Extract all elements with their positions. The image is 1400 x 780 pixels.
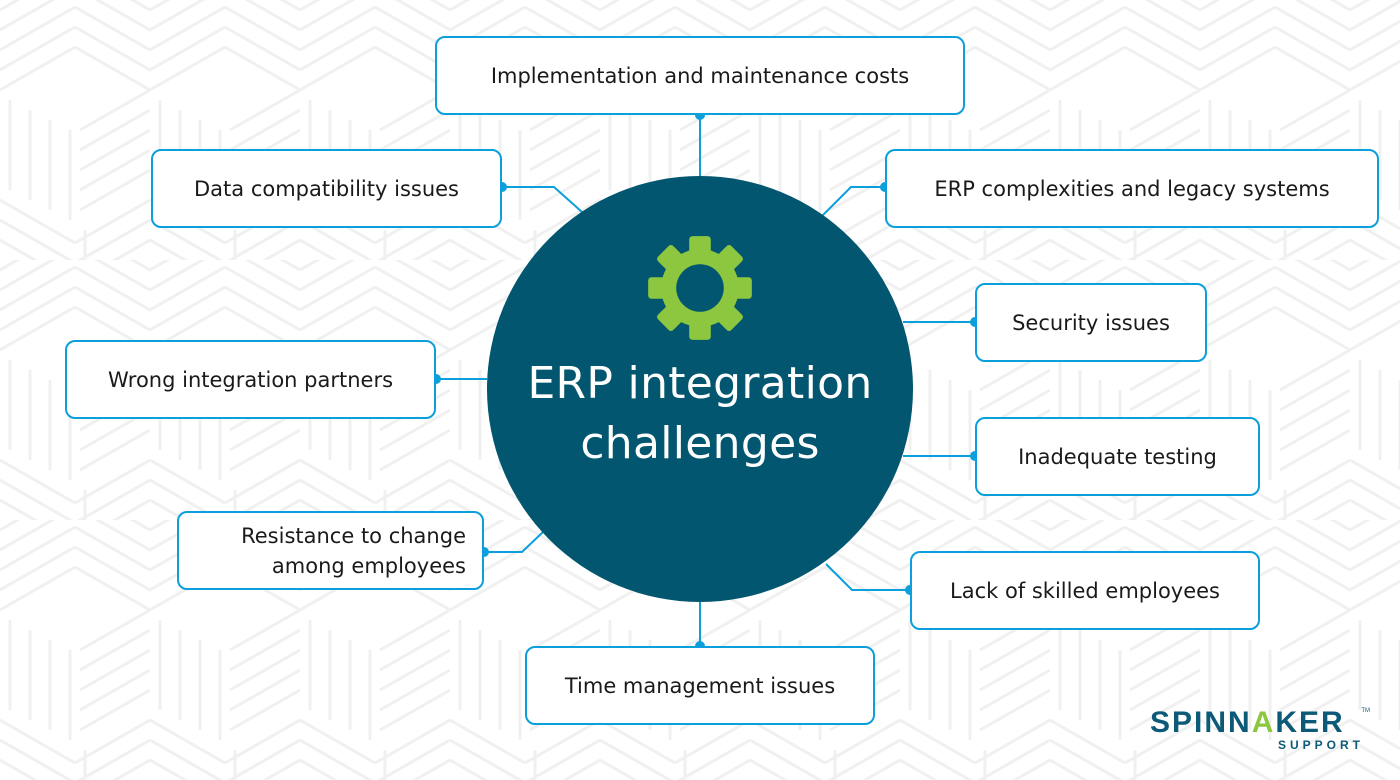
node-resistance-to-change: Resistance to change among employees: [177, 511, 484, 590]
hub-title-line-2: challenges: [580, 418, 820, 469]
connector-erp-complexities: [821, 186, 885, 217]
node-erp-complexities: ERP complexities and legacy systems: [885, 149, 1379, 228]
connector-lack-of-skills: [825, 563, 910, 591]
node-inadequate-testing: Inadequate testing: [975, 417, 1260, 496]
node-label-line-2: among employees: [271, 553, 466, 578]
node-time-management: Time management issues: [525, 646, 875, 725]
node-label: Implementation and maintenance costs: [490, 63, 910, 88]
logo-accent-letter: A: [1251, 706, 1276, 739]
node-wrong-partners: Wrong integration partners: [65, 340, 436, 419]
node-label: Data compatibility issues: [194, 176, 459, 201]
connector-data-compatibility: [502, 186, 583, 213]
node-label: Lack of skilled employees: [950, 578, 1220, 603]
logo-wordmark: SPINNAKER: [1150, 706, 1345, 739]
node-lack-of-skills: Lack of skilled employees: [910, 551, 1260, 630]
node-label-line-1: Resistance to change: [241, 523, 466, 548]
node-label: Security issues: [1012, 310, 1170, 335]
node-label: Inadequate testing: [1018, 444, 1217, 469]
connector-resistance-to-change: [484, 531, 544, 553]
node-implementation-costs: Implementation and maintenance costs: [435, 36, 965, 115]
node-security: Security issues: [975, 283, 1207, 362]
hub-title-line-1: ERP integration: [527, 358, 873, 409]
gear-icon: [648, 236, 752, 340]
logo-tagline: SUPPORT: [1277, 738, 1364, 752]
node-label: Wrong integration partners: [107, 367, 394, 392]
hub-title: ERP integration challenges: [487, 354, 913, 474]
logo-trademark: TM: [1361, 708, 1370, 714]
node-data-compatibility: Data compatibility issues: [151, 149, 502, 228]
spinnaker-support-logo: SPINNAKER TM SUPPORT: [1150, 706, 1370, 756]
node-label: ERP complexities and legacy systems: [934, 176, 1330, 201]
node-label: Time management issues: [564, 673, 836, 698]
central-hub: ERP integration challenges: [487, 176, 913, 602]
